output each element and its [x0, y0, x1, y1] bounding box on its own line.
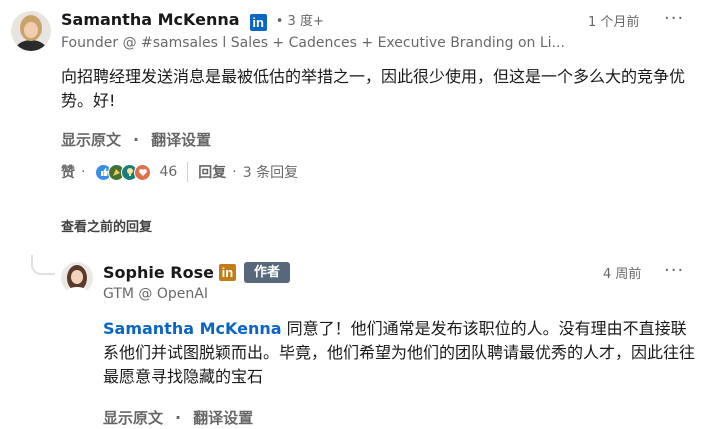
author-headline: Founder @ #samsales l Sales + Cadences +… [61, 35, 565, 51]
reply-count[interactable]: 3 条回复 [243, 162, 298, 182]
avatar[interactable] [61, 262, 93, 294]
load-previous-replies-button[interactable]: 查看之前的回复 [61, 216, 152, 235]
timestamp: 4 周前 [603, 267, 642, 282]
reactions[interactable] [95, 163, 152, 181]
ellipsis-icon[interactable]: ··· [664, 260, 684, 281]
reaction-count[interactable]: 46 [159, 164, 177, 180]
love-icon [134, 163, 152, 181]
linkedin-icon: in [249, 14, 267, 31]
translation-actions: 显示原文 · 翻译设置 [61, 129, 211, 150]
ellipsis-icon[interactable]: ··· [664, 8, 684, 29]
comment-header: Samantha McKenna in • 3 度+ [61, 10, 324, 32]
separator: · [133, 130, 140, 149]
separator: · [232, 164, 237, 180]
reply-button[interactable]: 回复 [198, 162, 226, 182]
separator: · [175, 408, 182, 427]
show-original-button[interactable]: 显示原文 [61, 131, 121, 149]
divider [187, 162, 189, 182]
author-headline: GTM @ OpenAI [103, 286, 208, 302]
translate-settings-button[interactable]: 翻译设置 [193, 409, 253, 427]
timestamp: 1 个月前 [588, 15, 640, 30]
reply-header: Sophie Rose in 作者 [103, 262, 290, 283]
reply-body: Samantha McKenna 同意了！他们通常是发布该职位的人。没有理由不直… [103, 317, 699, 389]
avatar[interactable] [11, 11, 51, 51]
author-name[interactable]: Samantha McKenna [61, 10, 240, 29]
translation-actions: 显示原文 · 翻译设置 [103, 407, 253, 428]
separator: · [81, 164, 86, 180]
mention-link[interactable]: Samantha McKenna [103, 319, 282, 338]
like-button[interactable]: 赞 [61, 162, 75, 182]
social-actions: 赞 · 46 回复 · 3 条回复 [61, 160, 298, 184]
connection-degree: • 3 度+ [275, 14, 324, 29]
linkedin-icon: in [218, 264, 236, 281]
translate-settings-button[interactable]: 翻译设置 [151, 131, 211, 149]
comment-body: 向招聘经理发送消息是最被低估的举措之一，因此很少使用，但这是一个多么大的竞争优势… [61, 67, 686, 110]
author-badge: 作者 [243, 262, 290, 283]
author-name[interactable]: Sophie Rose [103, 263, 214, 282]
thread-connector [31, 255, 55, 275]
show-original-button[interactable]: 显示原文 [103, 409, 163, 427]
